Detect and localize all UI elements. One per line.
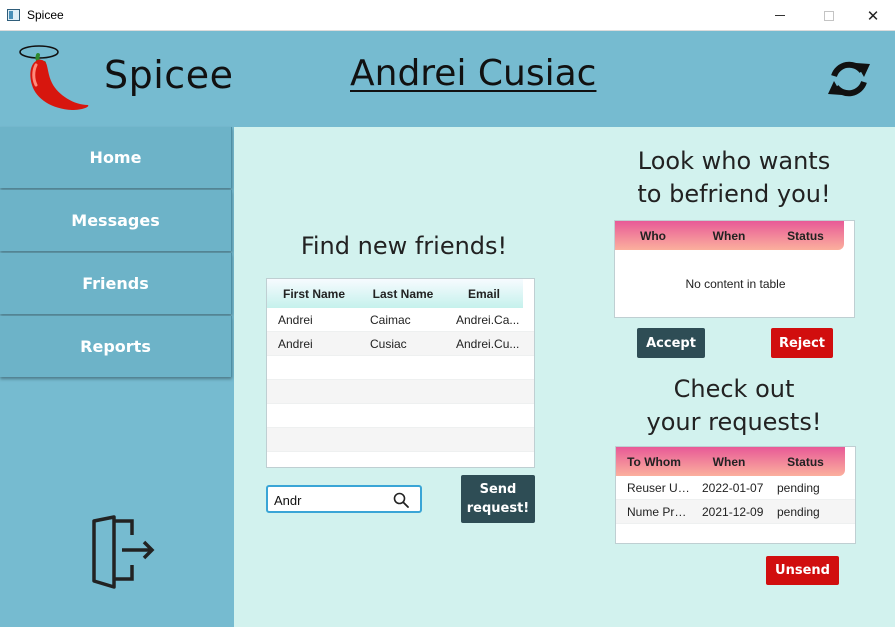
cell-status: pending [777, 480, 820, 495]
minimize-button[interactable] [757, 0, 803, 31]
sidebar: Home Messages Friends Reports [0, 127, 234, 627]
window-title: Spicee [27, 8, 64, 22]
app-header: Spicee Andrei Cusiac [0, 31, 895, 127]
send-request-label-line1: Send [479, 482, 517, 497]
empty-row [267, 380, 534, 404]
cell-first-name: Andrei [278, 336, 313, 351]
main-panel: Find new friends! First Name Last Name E… [234, 127, 895, 627]
reject-button[interactable]: Reject [771, 328, 833, 358]
befriend-heading: Look who wants to befriend you! [614, 145, 854, 211]
column-status[interactable]: Status [766, 455, 845, 469]
sidebar-item-home[interactable]: Home [0, 127, 232, 188]
cell-status: pending [777, 504, 820, 519]
refresh-icon[interactable] [826, 56, 872, 102]
sent-requests-table[interactable]: To Whom When Status Reuser User 2022-01-… [615, 446, 856, 544]
search-icon[interactable] [393, 492, 409, 508]
table-row[interactable]: Nume Pre... 2021-12-09 pending [616, 500, 855, 524]
column-when[interactable]: When [692, 455, 766, 469]
cell-email: Andrei.Ca... [456, 312, 520, 327]
requests-heading-line1: Check out [673, 375, 795, 403]
empty-table-placeholder: No content in table [685, 277, 786, 291]
requests-heading-line2: your requests! [646, 408, 822, 436]
table-header: To Whom When Status [616, 447, 845, 476]
unsend-button[interactable]: Unsend [766, 556, 839, 585]
sidebar-item-messages[interactable]: Messages [0, 190, 232, 251]
find-friends-table[interactable]: First Name Last Name Email Andrei Caimac… [266, 278, 535, 468]
empty-row [267, 428, 534, 452]
app-icon [7, 9, 20, 21]
cell-last-name: Caimac [370, 312, 411, 327]
send-request-label-line2: request! [466, 501, 530, 516]
column-when[interactable]: When [691, 229, 767, 243]
column-status[interactable]: Status [767, 229, 844, 243]
cell-to-whom: Reuser User [627, 480, 691, 495]
column-who[interactable]: Who [615, 229, 691, 243]
befriend-requests-table[interactable]: Who When Status No content in table [614, 220, 855, 318]
column-last-name[interactable]: Last Name [361, 287, 445, 301]
search-field[interactable] [266, 485, 422, 513]
send-request-button[interactable]: Send request! [461, 475, 535, 523]
table-row[interactable]: Andrei Cusiac Andrei.Cu... [267, 332, 534, 356]
cell-first-name: Andrei [278, 312, 313, 327]
table-row[interactable]: Reuser User 2022-01-07 pending [616, 476, 855, 500]
empty-row [267, 356, 534, 380]
chili-pepper-logo-icon [19, 45, 89, 110]
table-row[interactable]: Andrei Caimac Andrei.Ca... [267, 308, 534, 332]
accept-button[interactable]: Accept [637, 328, 705, 358]
cell-when: 2021-12-09 [702, 504, 764, 519]
close-button[interactable]: ✕ [850, 0, 895, 31]
logout-door-icon[interactable] [88, 515, 156, 589]
table-header: First Name Last Name Email [267, 279, 523, 308]
sidebar-item-reports[interactable]: Reports [0, 316, 232, 377]
cell-to-whom: Nume Pre... [627, 504, 691, 519]
brand-name: Spicee [104, 53, 234, 97]
table-header: Who When Status [615, 221, 844, 250]
maximize-icon [824, 10, 834, 21]
befriend-heading-line1: Look who wants [637, 147, 831, 175]
search-input[interactable] [274, 489, 384, 511]
cell-email: Andrei.Cu... [456, 336, 520, 351]
sidebar-item-friends[interactable]: Friends [0, 253, 232, 314]
empty-row [267, 404, 534, 428]
column-email[interactable]: Email [445, 287, 523, 301]
window-titlebar: Spicee ✕ [0, 0, 895, 31]
befriend-heading-line2: to befriend you! [637, 180, 831, 208]
find-friends-heading: Find new friends! [300, 232, 508, 260]
cell-when: 2022-01-07 [702, 480, 764, 495]
cell-last-name: Cusiac [370, 336, 407, 351]
column-first-name[interactable]: First Name [267, 287, 361, 301]
minimize-icon [775, 15, 785, 16]
requests-heading: Check out your requests! [614, 373, 854, 439]
maximize-button[interactable] [806, 0, 852, 31]
user-name-title: Andrei Cusiac [350, 53, 597, 94]
column-to-whom[interactable]: To Whom [616, 455, 692, 469]
